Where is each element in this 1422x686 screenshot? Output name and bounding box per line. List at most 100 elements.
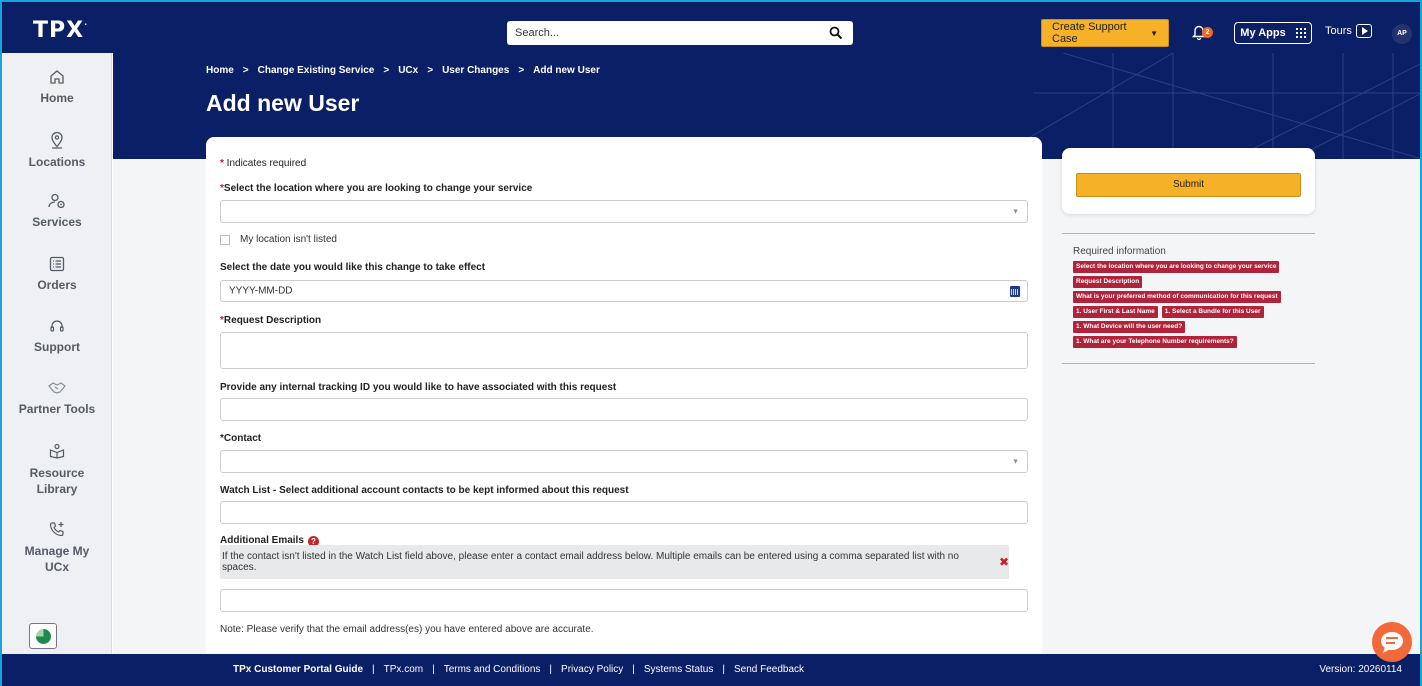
tracking-id-input[interactable] [220,398,1028,421]
notification-badge: 2 [1202,27,1213,38]
location-unlisted-option[interactable]: My location isn't listed [220,234,337,245]
sidebar-item-label: Orders [37,278,77,292]
my-apps-label: My Apps [1240,27,1286,39]
avatar[interactable]: AP [1392,24,1412,44]
required-chip[interactable]: 1. User First & Last Name [1073,306,1158,318]
sidebar-item-locations[interactable]: Locations [2,131,112,169]
search-input[interactable]: Search... [507,21,853,45]
sidebar-toggle-button[interactable] [29,623,57,649]
request-form: * Indicates required *Select the locatio… [206,137,1042,654]
date-label: Select the date you would like this chan… [220,262,486,273]
footer-divider: | [632,664,635,675]
sidebar-item-label: Resource Library [29,466,85,496]
footer-link-feedback[interactable]: Send Feedback [734,664,804,675]
sidebar-item-support[interactable]: Support [2,318,112,354]
tours-label: Tours [1325,25,1352,37]
top-bar: TPX. Search... Create Support Case ▼ 2 M… [0,0,1422,53]
breadcrumb: Home > Change Existing Service > UCx > User Ch… [206,65,600,76]
version-label: Version: 20260114 [1319,664,1402,675]
description-label: *Request Description [220,315,322,326]
footer-divider: | [549,664,553,675]
chat-bubble-icon [1381,632,1403,653]
chevron-right-icon: > [518,65,525,76]
breadcrumb-user-changes[interactable]: User Changes [442,65,509,76]
chevron-right-icon: > [242,65,249,76]
footer-link-privacy[interactable]: Privacy Policy [561,664,623,675]
chevron-right-icon: > [383,65,390,76]
home-icon [50,70,64,84]
contact-select[interactable]: ▼ [220,450,1028,473]
footer-link-tpx[interactable]: TPx.com [384,664,423,675]
services-icon [48,193,65,209]
support-button-label: Create Support Case [1052,21,1127,45]
notifications-button[interactable]: 2 [1191,24,1214,42]
required-chip[interactable]: 1. What Device will the user need? [1073,321,1186,333]
apps-grid-icon [1295,28,1306,38]
tpx-logo[interactable]: TPX. [33,18,88,43]
location-pin-icon [51,131,63,149]
dropdown-arrow-icon: ▼ [1012,458,1019,465]
sidebar-item-label: Manage My UCx [24,544,90,574]
search-icon[interactable] [829,26,843,40]
breadcrumb-home[interactable]: Home [206,65,234,76]
required-chip[interactable]: 1. Select a Bundle for this User [1161,306,1264,318]
support-icon [50,320,64,332]
sidebar-item-label: Services [32,215,82,229]
required-chip[interactable]: What is your preferred method of communi… [1073,291,1281,303]
date-input[interactable]: YYYY-MM-DD [220,280,1028,302]
sidebar-item-label: Home [40,91,74,105]
breadcrumb-ucx[interactable]: UCx [398,65,418,76]
description-textarea[interactable] [220,332,1028,369]
required-chips: Select the location where you are lookin… [1073,261,1313,351]
tours-button[interactable]: Tours [1325,24,1372,38]
chat-button[interactable] [1372,622,1412,662]
footer-link-portal-guide[interactable]: TPx Customer Portal Guide [233,664,363,675]
email-verify-note: Note: Please verify that the email addre… [220,624,594,635]
required-chip[interactable]: 1. What are your Telephone Number requir… [1073,336,1237,348]
info-text: If the contact isn't listed in the Watch… [222,551,959,573]
orders-icon [49,256,65,272]
sidebar-item-services[interactable]: Services [2,193,112,229]
search-placeholder: Search... [515,27,560,39]
date-placeholder: YYYY-MM-DD [229,285,293,297]
required-chip[interactable]: Select the location where you are lookin… [1073,261,1280,273]
required-chip[interactable]: Request Description [1073,276,1143,288]
location-unlisted-label: My location isn't listed [240,234,337,245]
tracking-label: Provide any internal tracking ID you wou… [220,382,617,393]
resource-library-icon [49,443,65,459]
sidebar-item-resource-library[interactable]: Resource Library [2,443,112,497]
footer-divider: | [432,664,435,675]
footer-link-terms[interactable]: Terms and Conditions [444,664,541,675]
sidebar-item-orders[interactable]: Orders [2,256,112,292]
location-select[interactable]: ▼ [220,200,1028,223]
caret-down-icon: ▼ [1150,28,1158,38]
watch-list-label: Watch List - Select additional account c… [220,485,629,496]
chevron-right-icon: > [427,65,434,76]
breadcrumb-current: Add new User [533,65,600,76]
additional-emails-input[interactable] [220,589,1028,612]
sidebar-item-home[interactable]: Home [2,69,112,105]
location-unlisted-checkbox[interactable] [220,234,230,245]
sidebar-item-label: Partner Tools [18,402,96,416]
sidebar: Home Locations Services Orders Support P… [2,53,112,654]
my-apps-button[interactable]: My Apps [1234,22,1312,44]
sidebar-item-partner-tools[interactable]: Partner Tools [2,380,112,416]
submit-button[interactable]: Submit [1076,173,1301,197]
breadcrumb-change-existing-service[interactable]: Change Existing Service [258,65,375,76]
watch-list-input[interactable] [220,501,1028,524]
handshake-icon [48,382,66,394]
location-label: *Select the location where you are looki… [220,183,533,194]
footer-links: TPx Customer Portal Guide | TPx.com | Term… [233,664,804,675]
sidebar-item-label: Locations [28,155,86,169]
required-info-title: Required information [1073,246,1166,257]
sidebar-item-manage-my-ucx[interactable]: Manage My UCx [2,521,112,575]
footer-divider: | [722,664,725,675]
close-icon[interactable]: ✖ [999,555,1009,569]
sidebar-item-label: Support [34,340,80,354]
footer-link-status[interactable]: Systems Status [644,664,713,675]
additional-emails-info: If the contact isn't listed in the Watch… [220,545,1009,579]
footer: TPx Customer Portal Guide | TPx.com | Term… [0,654,1422,686]
calendar-icon[interactable] [1010,286,1020,297]
create-support-case-button[interactable]: Create Support Case ▼ [1041,19,1169,47]
required-note: * Indicates required [220,158,307,169]
